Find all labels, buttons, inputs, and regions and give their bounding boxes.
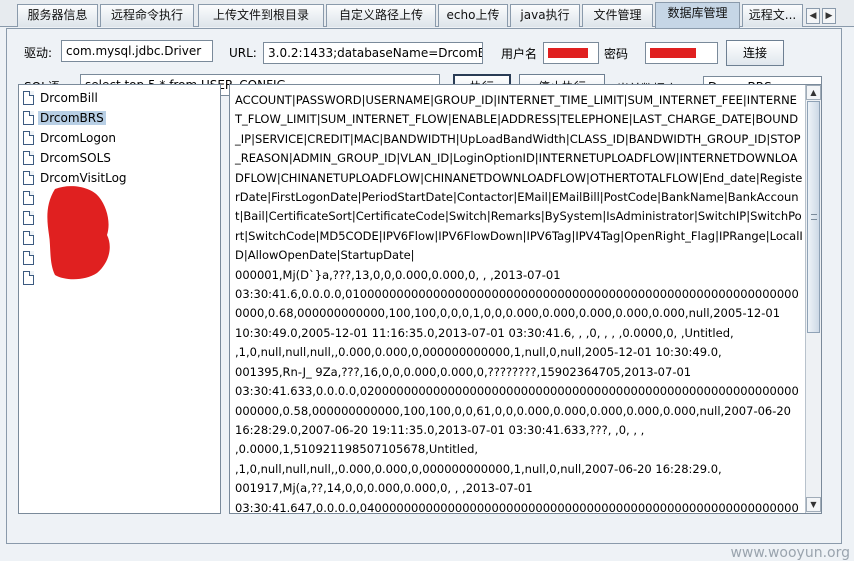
- file-icon: [23, 231, 34, 245]
- vertical-scrollbar[interactable]: ▲ ▼: [805, 85, 821, 513]
- arrow-right-icon[interactable]: ▶: [822, 8, 836, 24]
- driver-label: 驱动:: [24, 46, 53, 60]
- file-icon: [23, 251, 34, 265]
- tab-database-manager[interactable]: 数据库管理: [655, 2, 740, 28]
- result-text-area[interactable]: ACCOUNT|PASSWORD|USERNAME|GROUP_ID|INTER…: [229, 84, 822, 514]
- tab-server-info[interactable]: 服务器信息: [17, 4, 98, 27]
- tab-file-manager[interactable]: 文件管理: [582, 4, 653, 27]
- file-icon: [23, 111, 34, 125]
- redaction-mark: [650, 48, 696, 58]
- database-item[interactable]: [23, 229, 42, 247]
- tab-bar: 服务器信息 远程命令执行 上传文件到根目录 自定义路径上传 echo上传 jav…: [0, 0, 854, 28]
- username-field[interactable]: [543, 42, 599, 64]
- file-icon: [23, 131, 34, 145]
- database-item[interactable]: DrcomBRS: [23, 109, 106, 127]
- connect-button[interactable]: 连接: [726, 40, 784, 66]
- arrow-down-icon[interactable]: ▼: [806, 497, 821, 512]
- tab-echo-upload[interactable]: echo上传: [438, 4, 508, 27]
- password-label: 密码: [604, 47, 629, 61]
- watermark: www.wooyun.org: [730, 545, 850, 561]
- arrow-up-icon[interactable]: ▲: [806, 85, 821, 100]
- redaction-mark: [47, 186, 110, 280]
- file-icon: [23, 171, 34, 185]
- file-icon: [23, 191, 34, 205]
- url-label: URL:: [229, 46, 257, 60]
- tab-java-exec[interactable]: java执行: [510, 4, 580, 27]
- password-field[interactable]: [645, 42, 718, 64]
- database-item[interactable]: DrcomSOLS: [23, 149, 113, 167]
- grip-icon: [811, 214, 817, 220]
- file-icon: [23, 151, 34, 165]
- redaction-mark: [548, 48, 588, 58]
- database-item[interactable]: DrcomLogon: [23, 129, 118, 147]
- arrow-left-icon[interactable]: ◀: [806, 8, 820, 24]
- file-icon: [23, 211, 34, 225]
- status-strip: [0, 545, 854, 561]
- database-list[interactable]: DrcomBill DrcomBRS DrcomLogon DrcomSOLS …: [18, 84, 221, 514]
- tab-remote-command[interactable]: 远程命令执行: [100, 4, 194, 27]
- scrollbar-thumb[interactable]: [807, 101, 820, 333]
- database-item[interactable]: DrcomBill: [23, 89, 100, 107]
- tab-custom-upload[interactable]: 自定义路径上传: [326, 4, 436, 27]
- tab-upload-root[interactable]: 上传文件到根目录: [198, 4, 324, 27]
- file-icon: [23, 91, 34, 105]
- database-item[interactable]: [23, 249, 42, 267]
- database-item[interactable]: [23, 189, 42, 207]
- database-item[interactable]: [23, 269, 42, 287]
- driver-field[interactable]: com.mysql.jdbc.Driver: [61, 40, 213, 62]
- app-window: 服务器信息 远程命令执行 上传文件到根目录 自定义路径上传 echo上传 jav…: [0, 0, 854, 561]
- tab-remote-file[interactable]: 远程文...: [742, 4, 803, 27]
- database-item[interactable]: [23, 209, 42, 227]
- file-icon: [23, 271, 34, 285]
- query-result: ACCOUNT|PASSWORD|USERNAME|GROUP_ID|INTER…: [235, 93, 803, 514]
- url-field[interactable]: 3.0.2:1433;databaseName=DrcomBRS: [263, 42, 483, 64]
- username-label: 用户名: [501, 47, 538, 61]
